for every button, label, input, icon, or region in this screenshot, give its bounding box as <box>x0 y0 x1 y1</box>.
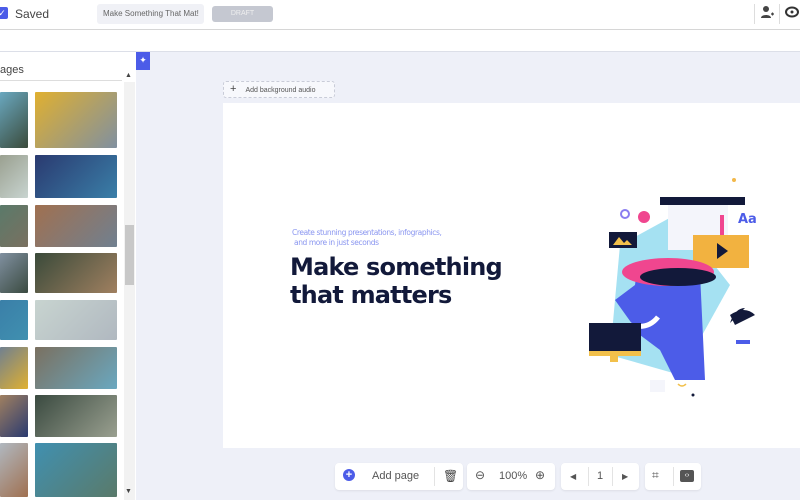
divider <box>0 80 122 81</box>
scrollbar-thumb[interactable] <box>125 225 134 285</box>
zoom-group: ⊖ 100% ⊕ <box>467 463 555 490</box>
slide-subtitle[interactable]: Create stunning presentations, infograph… <box>292 228 442 248</box>
divider <box>612 467 613 486</box>
image-thumbnail[interactable] <box>35 300 117 340</box>
zoom-level: 100% <box>499 470 528 482</box>
svg-text:Aa: Aa <box>738 212 757 227</box>
divider <box>673 467 674 486</box>
image-thumbnail[interactable] <box>0 347 28 389</box>
divider <box>434 467 435 486</box>
image-thumbnail[interactable] <box>0 253 28 293</box>
previous-page-icon[interactable]: ◀ <box>570 472 576 481</box>
image-thumbnail[interactable] <box>0 395 28 437</box>
next-page-icon[interactable]: ▶ <box>622 472 628 481</box>
page-number[interactable]: 1 <box>597 470 603 482</box>
subtitle-line: and more in just seconds <box>294 238 379 247</box>
add-audio-label: Add background audio <box>245 87 316 94</box>
subtitle-line: Create stunning presentations, infograph… <box>292 228 442 237</box>
secondary-bar <box>0 30 800 52</box>
zoom-out-icon[interactable]: ⊖ <box>475 468 485 482</box>
image-thumbnail[interactable] <box>35 92 117 148</box>
add-page-button[interactable]: Add page <box>372 470 419 482</box>
draft-button[interactable]: DRAFT <box>212 6 273 22</box>
scroll-up-icon[interactable]: ▲ <box>125 72 132 79</box>
headline-line: that matters <box>290 281 452 309</box>
illustration-head[interactable]: Aa <box>580 175 780 405</box>
split-view-icon[interactable]: ‹› <box>680 470 694 482</box>
top-bar: ✓ Saved DRAFT <box>0 0 800 30</box>
headline-line: Make something <box>290 253 503 281</box>
pagination-group: ◀ 1 ▶ <box>561 463 639 490</box>
page-actions-group: + Add page 🗑 <box>335 463 463 490</box>
image-thumbnail[interactable] <box>35 395 117 437</box>
zoom-in-icon[interactable]: ⊕ <box>535 468 545 482</box>
image-thumbnail[interactable] <box>0 92 28 148</box>
view-group: ⌗ ‹› <box>645 463 701 490</box>
image-thumbnail[interactable] <box>0 205 28 247</box>
saved-status: Saved <box>15 7 50 21</box>
divider <box>754 4 755 24</box>
add-user-icon[interactable] <box>757 5 777 23</box>
saved-check-icon: ✓ <box>0 7 8 19</box>
slide-canvas[interactable]: Create stunning presentations, infograph… <box>223 103 800 448</box>
image-thumbnail[interactable] <box>35 443 117 497</box>
delete-page-icon[interactable]: 🗑 <box>443 469 458 483</box>
pin-icon[interactable]: ✦ <box>136 52 150 70</box>
image-thumbnail[interactable] <box>0 443 28 497</box>
image-thumbnail[interactable] <box>35 347 117 389</box>
plus-icon: + <box>230 83 237 95</box>
image-thumbnail[interactable] <box>35 155 117 198</box>
image-thumbnail[interactable] <box>35 205 117 247</box>
image-thumbnail[interactable] <box>0 155 28 198</box>
scroll-down-icon[interactable]: ▼ <box>125 488 132 495</box>
divider <box>779 4 780 24</box>
image-thumbnail[interactable] <box>0 300 28 340</box>
add-background-audio-button[interactable]: + Add background audio <box>223 81 335 98</box>
image-thumbnail[interactable] <box>35 253 117 293</box>
divider <box>588 467 589 486</box>
document-title-input[interactable] <box>97 4 204 24</box>
images-panel: ages ▲ ▼ <box>0 52 136 500</box>
panel-heading: ages <box>0 64 24 76</box>
fit-screen-icon[interactable]: ⌗ <box>652 468 659 483</box>
slide-headline[interactable]: Make something that matters <box>290 253 503 309</box>
scrollbar[interactable] <box>124 82 135 500</box>
add-page-icon[interactable]: + <box>343 469 355 481</box>
preview-eye-icon[interactable] <box>782 5 800 23</box>
